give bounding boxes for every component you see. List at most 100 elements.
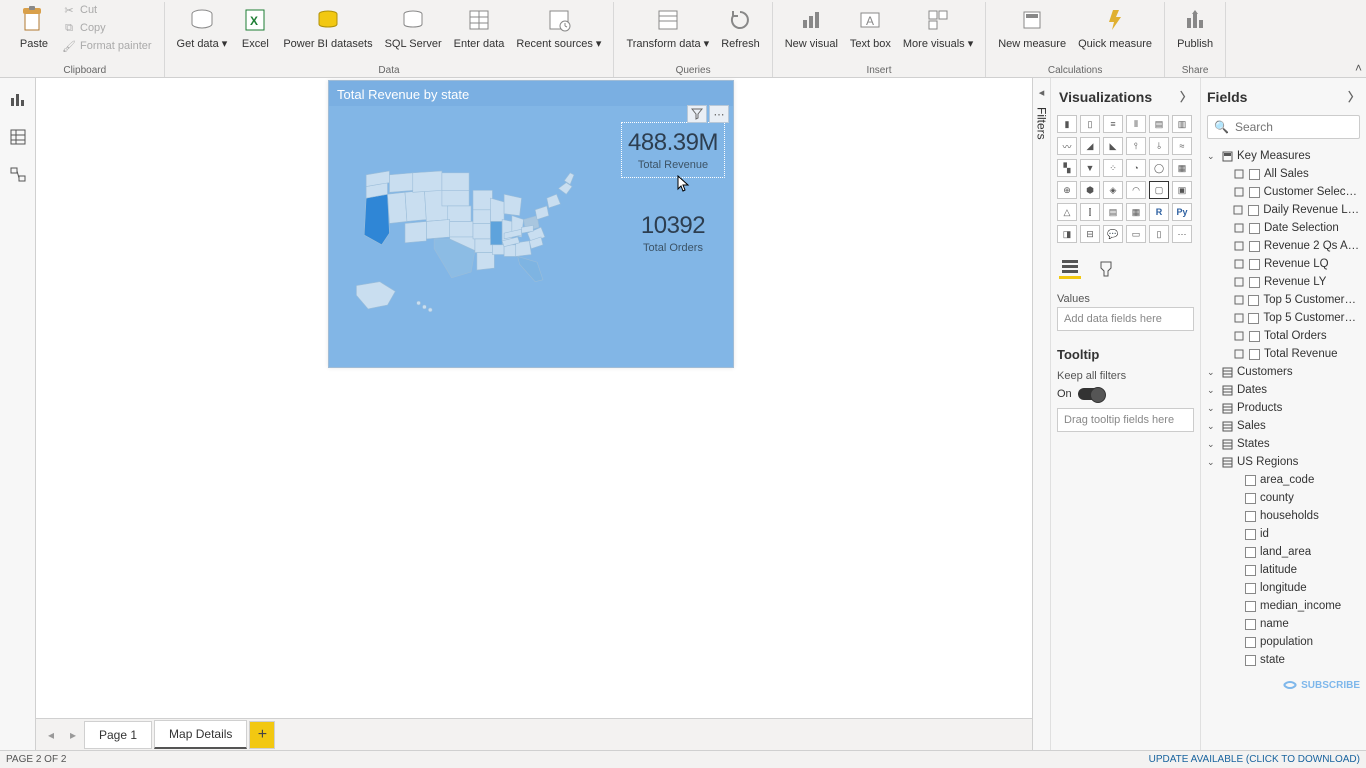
copy-button[interactable]: ⧉Copy: [58, 20, 156, 36]
col-population[interactable]: population: [1205, 633, 1362, 651]
ribbon-collapse-button[interactable]: ˄: [1355, 61, 1362, 75]
viz-donut-icon[interactable]: ◯: [1149, 159, 1169, 177]
fields-collapse-button[interactable]: 〉: [1348, 88, 1360, 105]
viz-python-icon[interactable]: Py: [1172, 203, 1192, 221]
viz-matrix-icon[interactable]: ▦: [1126, 203, 1146, 221]
viz-stacked-column-icon[interactable]: ▯: [1080, 115, 1100, 133]
measure-6[interactable]: Revenue LY: [1205, 273, 1362, 291]
viz-qa-icon[interactable]: 💬: [1103, 225, 1123, 243]
visual-options-icon[interactable]: ⋯: [709, 105, 729, 123]
viz-waterfall-icon[interactable]: ▚: [1057, 159, 1077, 177]
viz-line-clustered-icon[interactable]: ⫰: [1149, 137, 1169, 155]
table-sales[interactable]: ⌄Sales: [1205, 417, 1362, 435]
refresh-button[interactable]: Refresh: [717, 2, 764, 52]
col-id[interactable]: id: [1205, 525, 1362, 543]
viz-r-icon[interactable]: R: [1149, 203, 1169, 221]
viz-area-icon[interactable]: ◢: [1080, 137, 1100, 155]
viz-gauge-icon[interactable]: ◠: [1126, 181, 1146, 199]
viz-scatter-icon[interactable]: ⁘: [1103, 159, 1123, 177]
col-area_code[interactable]: area_code: [1205, 471, 1362, 489]
quick-measure-button[interactable]: Quick measure: [1074, 2, 1156, 52]
tab-map-details[interactable]: Map Details: [154, 720, 247, 749]
col-land_area[interactable]: land_area: [1205, 543, 1362, 561]
visual-filter-icon[interactable]: [687, 105, 707, 123]
viz-collapse-button[interactable]: 〉: [1180, 88, 1192, 105]
viz-shape-map-icon[interactable]: ◈: [1103, 181, 1123, 199]
table-key-measures[interactable]: ⌄Key Measures: [1205, 147, 1362, 165]
tab-next-button[interactable]: ▸: [62, 724, 84, 746]
tab-page-1[interactable]: Page 1: [84, 721, 152, 749]
report-view-button[interactable]: [4, 86, 32, 112]
tab-add-button[interactable]: +: [249, 721, 275, 749]
measure-9[interactable]: Total Orders: [1205, 327, 1362, 345]
excel-button[interactable]: XExcel: [235, 2, 275, 52]
table-products[interactable]: ⌄Products: [1205, 399, 1362, 417]
update-available-link[interactable]: UPDATE AVAILABLE (CLICK TO DOWNLOAD): [1149, 754, 1360, 765]
fields-search[interactable]: 🔍: [1207, 115, 1360, 139]
viz-multi-card-icon[interactable]: ▣: [1172, 181, 1192, 199]
viz-map-icon[interactable]: ⊕: [1057, 181, 1077, 199]
orders-card[interactable]: 10392 Total Orders: [621, 206, 725, 260]
col-latitude[interactable]: latitude: [1205, 561, 1362, 579]
table-us-regions[interactable]: ⌄US Regions: [1205, 453, 1362, 471]
tab-prev-button[interactable]: ◂: [40, 724, 62, 746]
col-median_income[interactable]: median_income: [1205, 597, 1362, 615]
viz-treemap-icon[interactable]: ▦: [1172, 159, 1192, 177]
viz-ribbon-icon[interactable]: ≈: [1172, 137, 1192, 155]
measure-2[interactable]: Daily Revenue Lo...: [1205, 201, 1362, 219]
col-longitude[interactable]: longitude: [1205, 579, 1362, 597]
revenue-card[interactable]: 488.39M Total Revenue: [621, 122, 725, 178]
viz-paginated-icon[interactable]: ▯: [1149, 225, 1169, 243]
values-well[interactable]: Add data fields here: [1057, 307, 1194, 331]
viz-key-influencers-icon[interactable]: ◨: [1057, 225, 1077, 243]
paste-button[interactable]: Paste: [14, 2, 54, 52]
report-canvas[interactable]: Total Revenue by state ⋯: [36, 78, 1032, 718]
new-measure-button[interactable]: New measure: [994, 2, 1070, 52]
model-view-button[interactable]: [4, 162, 32, 188]
col-name[interactable]: name: [1205, 615, 1362, 633]
viz-card-icon[interactable]: ▢: [1149, 181, 1169, 199]
measure-8[interactable]: Top 5 Customers ...: [1205, 309, 1362, 327]
col-state[interactable]: state: [1205, 651, 1362, 669]
viz-table-icon[interactable]: ▤: [1103, 203, 1123, 221]
viz-line-column-icon[interactable]: ⫯: [1126, 137, 1146, 155]
viz-clustered-bar-icon[interactable]: ≡: [1103, 115, 1123, 133]
measure-5[interactable]: Revenue LQ: [1205, 255, 1362, 273]
map-visual-container[interactable]: Total Revenue by state ⋯: [328, 80, 734, 368]
tooltip-well[interactable]: Drag tooltip fields here: [1057, 408, 1194, 432]
transform-data-button[interactable]: Transform data ▾: [622, 2, 713, 52]
pbi-datasets-button[interactable]: Power BI datasets: [279, 2, 376, 52]
table-dates[interactable]: ⌄Dates: [1205, 381, 1362, 399]
measure-7[interactable]: Top 5 Customers ...: [1205, 291, 1362, 309]
viz-narrative-icon[interactable]: ▭: [1126, 225, 1146, 243]
get-data-button[interactable]: Get data ▾: [173, 2, 232, 52]
col-households[interactable]: households: [1205, 507, 1362, 525]
viz-clustered-column-icon[interactable]: ⫴: [1126, 115, 1146, 133]
data-view-button[interactable]: [4, 124, 32, 150]
publish-button[interactable]: Publish: [1173, 2, 1217, 52]
measure-1[interactable]: Customer Selected: [1205, 183, 1362, 201]
table-customers[interactable]: ⌄Customers: [1205, 363, 1362, 381]
viz-100-bar-icon[interactable]: ▤: [1149, 115, 1169, 133]
new-visual-button[interactable]: New visual: [781, 2, 842, 52]
viz-stacked-area-icon[interactable]: ◣: [1103, 137, 1123, 155]
recent-sources-button[interactable]: Recent sources ▾: [512, 2, 605, 52]
viz-more-icon[interactable]: ⋯: [1172, 225, 1192, 243]
measure-0[interactable]: All Sales: [1205, 165, 1362, 183]
viz-slicer-icon[interactable]: ⫿: [1080, 203, 1100, 221]
paint-format-button[interactable]: [1095, 259, 1117, 279]
fields-format-button[interactable]: [1059, 259, 1081, 279]
viz-decomp-tree-icon[interactable]: ⊟: [1080, 225, 1100, 243]
table-states[interactable]: ⌄States: [1205, 435, 1362, 453]
sql-server-button[interactable]: SQL Server: [381, 2, 446, 52]
viz-line-icon[interactable]: 〰: [1057, 137, 1077, 155]
viz-stacked-bar-icon[interactable]: ▮: [1057, 115, 1077, 133]
viz-100-column-icon[interactable]: ▥: [1172, 115, 1192, 133]
col-county[interactable]: county: [1205, 489, 1362, 507]
cut-button[interactable]: ✂Cut: [58, 2, 156, 18]
enter-data-button[interactable]: Enter data: [450, 2, 509, 52]
measure-3[interactable]: Date Selection: [1205, 219, 1362, 237]
filters-panel-collapsed[interactable]: ◂ Filters: [1032, 78, 1050, 750]
measure-4[interactable]: Revenue 2 Qs Ago: [1205, 237, 1362, 255]
fields-search-input[interactable]: [1235, 120, 1353, 134]
